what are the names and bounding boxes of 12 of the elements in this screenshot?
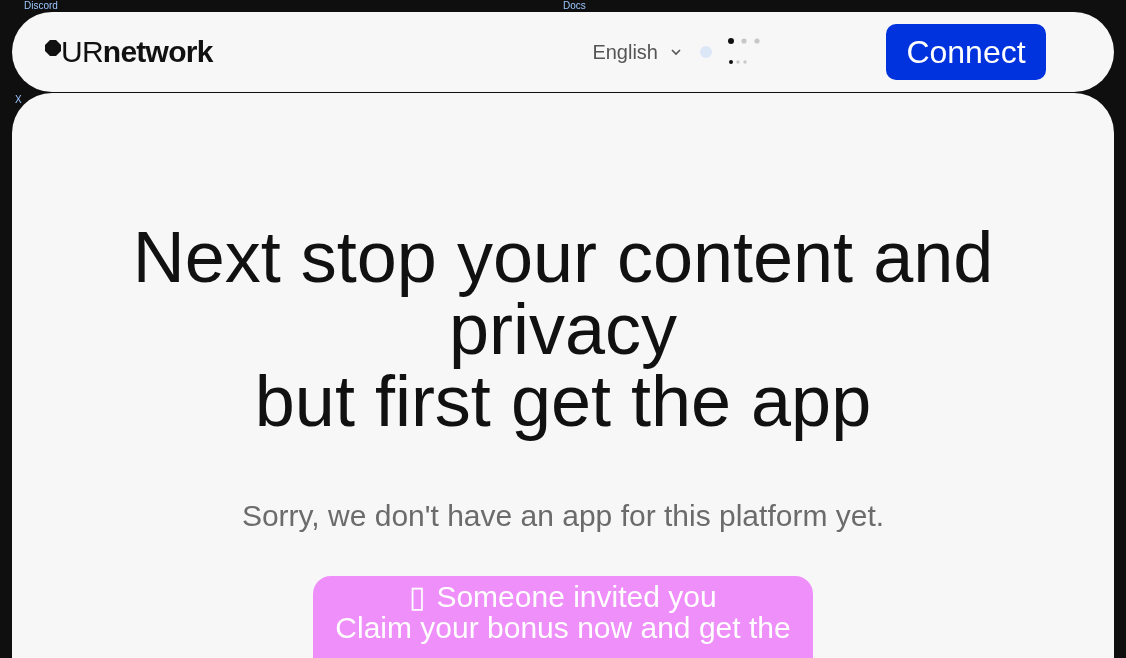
platform-message: Sorry, we don't have an app for this platform yet. bbox=[241, 498, 885, 534]
language-select[interactable]: English bbox=[592, 37, 682, 67]
chevron-down-icon bbox=[670, 48, 682, 56]
nav-link[interactable]: Docs bbox=[563, 0, 586, 11]
logo-text: URnetwork bbox=[61, 37, 213, 67]
connect-button[interactable]: Connect bbox=[886, 24, 1046, 80]
invite-title: Someone invited you bbox=[436, 581, 717, 612]
missing-glyph-icon: ▯ bbox=[409, 581, 427, 612]
invite-subtitle: Claim your bonus now and get the bbox=[335, 612, 791, 643]
loading-dots-drawing bbox=[728, 38, 762, 66]
nav-link[interactable]: X bbox=[15, 94, 22, 105]
nav-link[interactable]: Discord bbox=[24, 0, 58, 11]
